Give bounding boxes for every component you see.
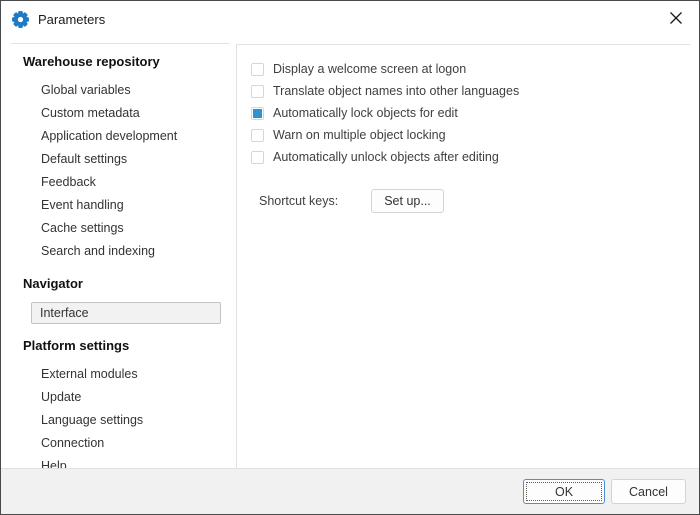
welcome-screen-checkbox[interactable] bbox=[251, 62, 264, 76]
sidebar-item-cache-settings[interactable]: Cache settings bbox=[11, 216, 230, 239]
shortcut-keys-row: Shortcut keys: Set up... bbox=[251, 189, 690, 213]
window-title: Parameters bbox=[38, 11, 106, 27]
sidebar-item-interface[interactable]: Interface bbox=[31, 302, 221, 324]
parameters-dialog: Parameters Warehouse repository Global v… bbox=[0, 0, 700, 515]
gear-icon bbox=[12, 10, 29, 28]
sidebar-item-custom-metadata[interactable]: Custom metadata bbox=[11, 101, 230, 124]
sidebar-section-platform-settings: Platform settings External modules Updat… bbox=[11, 330, 230, 477]
ok-button[interactable]: OK bbox=[523, 479, 605, 504]
checkbox-row: Warn on multiple object locking bbox=[251, 124, 690, 146]
sidebar-section-warehouse-repository: Warehouse repository Global variables Cu… bbox=[11, 46, 230, 262]
checkbox-row: Translate object names into other langua… bbox=[251, 80, 690, 102]
checkbox-row: Automatically lock objects for edit bbox=[251, 102, 690, 124]
checkbox-row: Automatically unlock objects after editi… bbox=[251, 146, 690, 168]
checkbox-label: Automatically unlock objects after editi… bbox=[273, 150, 499, 164]
sidebar-header-platform-settings: Platform settings bbox=[23, 338, 130, 353]
translate-names-checkbox[interactable] bbox=[251, 84, 264, 98]
sidebar-item-search-and-indexing[interactable]: Search and indexing bbox=[11, 239, 230, 262]
close-button[interactable] bbox=[653, 1, 699, 37]
checkbox-label: Warn on multiple object locking bbox=[273, 128, 446, 142]
sidebar-item-connection[interactable]: Connection bbox=[11, 431, 230, 454]
sidebar-header-navigator: Navigator bbox=[23, 276, 83, 291]
auto-unlock-checkbox[interactable] bbox=[251, 150, 264, 164]
sidebar-item-feedback[interactable]: Feedback bbox=[11, 170, 230, 193]
sidebar-item-global-variables[interactable]: Global variables bbox=[11, 78, 230, 101]
set-up-button[interactable]: Set up... bbox=[371, 189, 444, 213]
sidebar-item-event-handling[interactable]: Event handling bbox=[11, 193, 230, 216]
sidebar-item-external-modules[interactable]: External modules bbox=[11, 362, 230, 385]
cancel-button[interactable]: Cancel bbox=[611, 479, 686, 504]
sidebar-item-default-settings[interactable]: Default settings bbox=[11, 147, 230, 170]
settings-sidebar: Warehouse repository Global variables Cu… bbox=[11, 43, 230, 473]
checkbox-label: Automatically lock objects for edit bbox=[273, 106, 458, 120]
checkbox-label: Display a welcome screen at logon bbox=[273, 62, 467, 76]
checkbox-label: Translate object names into other langua… bbox=[273, 84, 520, 98]
auto-lock-checkbox[interactable] bbox=[251, 106, 264, 120]
close-icon bbox=[669, 11, 683, 28]
dialog-footer: OK Cancel bbox=[1, 468, 699, 514]
sidebar-item-language-settings[interactable]: Language settings bbox=[11, 408, 230, 431]
checkbox-row: Display a welcome screen at logon bbox=[251, 58, 690, 80]
sidebar-header-warehouse-repository: Warehouse repository bbox=[23, 54, 160, 69]
interface-settings-pane: Display a welcome screen at logon Transl… bbox=[236, 44, 690, 469]
sidebar-item-application-development[interactable]: Application development bbox=[11, 124, 230, 147]
title-bar: Parameters bbox=[1, 1, 699, 37]
warn-multiple-lock-checkbox[interactable] bbox=[251, 128, 264, 142]
sidebar-section-navigator: Navigator Interface bbox=[11, 268, 230, 324]
shortcut-keys-label: Shortcut keys: bbox=[259, 194, 339, 208]
sidebar-item-update[interactable]: Update bbox=[11, 385, 230, 408]
